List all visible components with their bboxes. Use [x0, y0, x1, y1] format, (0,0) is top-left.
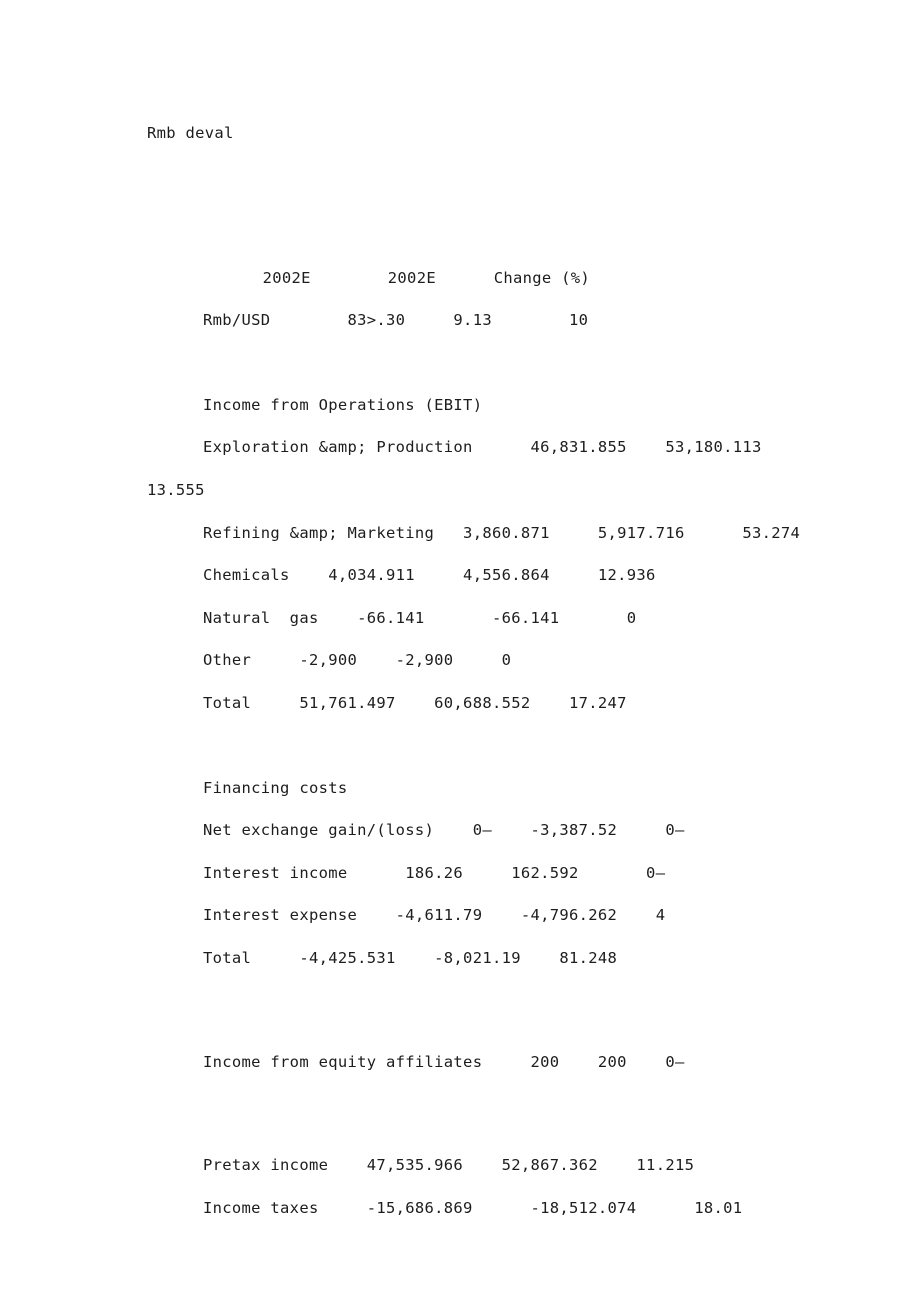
table-row: Other -2,900 -2,900 0	[203, 651, 512, 670]
table-row: Net exchange gain/(loss) 0— -3,387.52 0—	[203, 821, 685, 840]
section-title-financing-costs: Financing costs	[203, 778, 348, 797]
table-row-pretax-income: Pretax income 47,535.966 52,867.362 11.2…	[203, 1156, 695, 1175]
table-row-equity-affiliates: Income from equity affiliates 200 200 0—	[203, 1052, 685, 1071]
table-column-header: 2002E 2002E Change (%)	[147, 268, 591, 287]
table-row-fx-rate: Rmb/USD 83>.30 9.13 10	[203, 311, 589, 330]
table-row-continuation: 13.555	[147, 480, 205, 499]
document-body: Rmb deval 2002E 2002E Change (%) Rmb/USD…	[147, 112, 887, 1229]
table-row-total: Total -4,425.531 -8,021.19 81.248	[203, 948, 618, 967]
table-row: Exploration &amp; Production 46,831.855 …	[203, 438, 762, 457]
table-row: Refining &amp; Marketing 3,860.871 5,917…	[203, 523, 801, 542]
document-page: Rmb deval 2002E 2002E Change (%) Rmb/USD…	[0, 0, 920, 1302]
table-row: Interest expense -4,611.79 -4,796.262 4	[203, 906, 666, 925]
table-row-income-taxes: Income taxes -15,686.869 -18,512.074 18.…	[203, 1198, 743, 1217]
table-row: Chemicals 4,034.911 4,556.864 12.936	[203, 566, 656, 585]
table-row: Interest income 186.26 162.592 0—	[203, 863, 666, 882]
document-heading: Rmb deval	[147, 124, 234, 142]
table-row: Natural gas -66.141 -66.141 0	[203, 608, 637, 627]
section-title-ebit: Income from Operations (EBIT)	[203, 395, 483, 414]
table-row-total: Total 51,761.497 60,688.552 17.247	[203, 693, 627, 712]
